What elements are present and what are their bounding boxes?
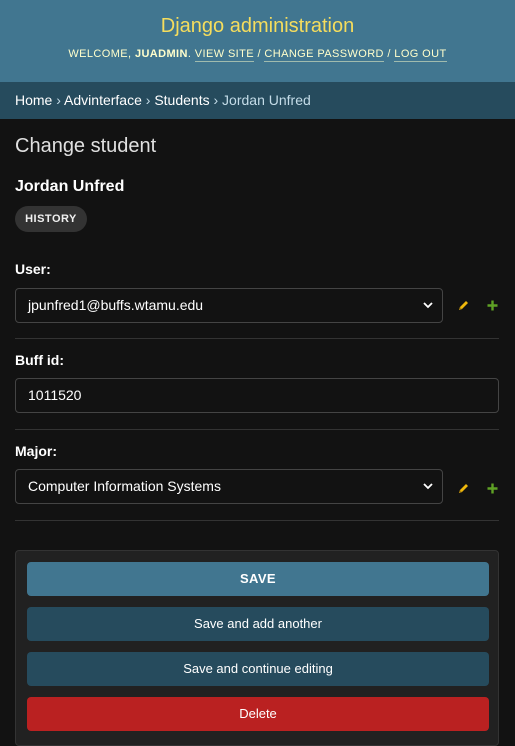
breadcrumb-separator: ›	[145, 92, 151, 108]
user-select-value: jpunfred1@buffs.wtamu.edu	[28, 297, 204, 313]
breadcrumb-app[interactable]: Advinterface	[64, 92, 142, 108]
tools-separator: /	[387, 48, 391, 60]
page-title: Change student	[15, 135, 157, 157]
chevron-down-icon	[423, 302, 433, 309]
plus-icon[interactable]	[486, 482, 499, 495]
save-and-continue-button[interactable]: Save and continue editing	[27, 652, 489, 686]
pencil-icon[interactable]	[457, 482, 470, 495]
site-header: Django administration Welcome, juadmin. …	[0, 0, 515, 82]
history-button[interactable]: History	[15, 206, 87, 232]
user-tools: Welcome, juadmin. View site / Change pas…	[68, 48, 447, 62]
breadcrumb-current: Jordan Unfred	[222, 92, 311, 108]
save-and-add-another-button[interactable]: Save and add another	[27, 607, 489, 641]
log-out-link[interactable]: Log out	[394, 48, 447, 62]
buff-id-input[interactable]: 1011520	[15, 378, 499, 413]
save-button[interactable]: SAVE	[27, 562, 489, 596]
major-label: Major:	[15, 443, 57, 459]
breadcrumb-home[interactable]: Home	[15, 92, 52, 108]
user-label: User:	[15, 261, 51, 277]
username: juadmin	[134, 48, 188, 60]
site-brand[interactable]: Django administration	[0, 15, 515, 38]
breadcrumb: Home › Advinterface › Students › Jordan …	[0, 82, 515, 119]
buff-id-value: 1011520	[28, 387, 82, 403]
field-divider	[15, 520, 499, 521]
welcome-text: Welcome,	[68, 48, 135, 60]
buff-id-label: Buff id:	[15, 352, 64, 368]
view-site-link[interactable]: View site	[194, 48, 254, 62]
field-divider	[15, 429, 499, 430]
breadcrumb-separator: ›	[56, 92, 61, 108]
change-password-link[interactable]: Change password	[264, 48, 384, 62]
submit-row: SAVE Save and add another Save and conti…	[15, 550, 499, 746]
user-select[interactable]: jpunfred1@buffs.wtamu.edu	[15, 288, 443, 323]
delete-button[interactable]: Delete	[27, 697, 489, 731]
chevron-down-icon	[423, 483, 433, 490]
major-select[interactable]: Computer Information Systems	[15, 469, 443, 504]
tools-separator: /	[257, 48, 261, 60]
plus-icon[interactable]	[486, 299, 499, 312]
breadcrumb-model[interactable]: Students	[154, 92, 209, 108]
field-divider	[15, 338, 499, 339]
breadcrumb-separator: ›	[213, 92, 219, 108]
pencil-icon[interactable]	[457, 299, 470, 312]
major-select-value: Computer Information Systems	[28, 478, 221, 494]
object-title: Jordan Unfred	[15, 178, 125, 195]
